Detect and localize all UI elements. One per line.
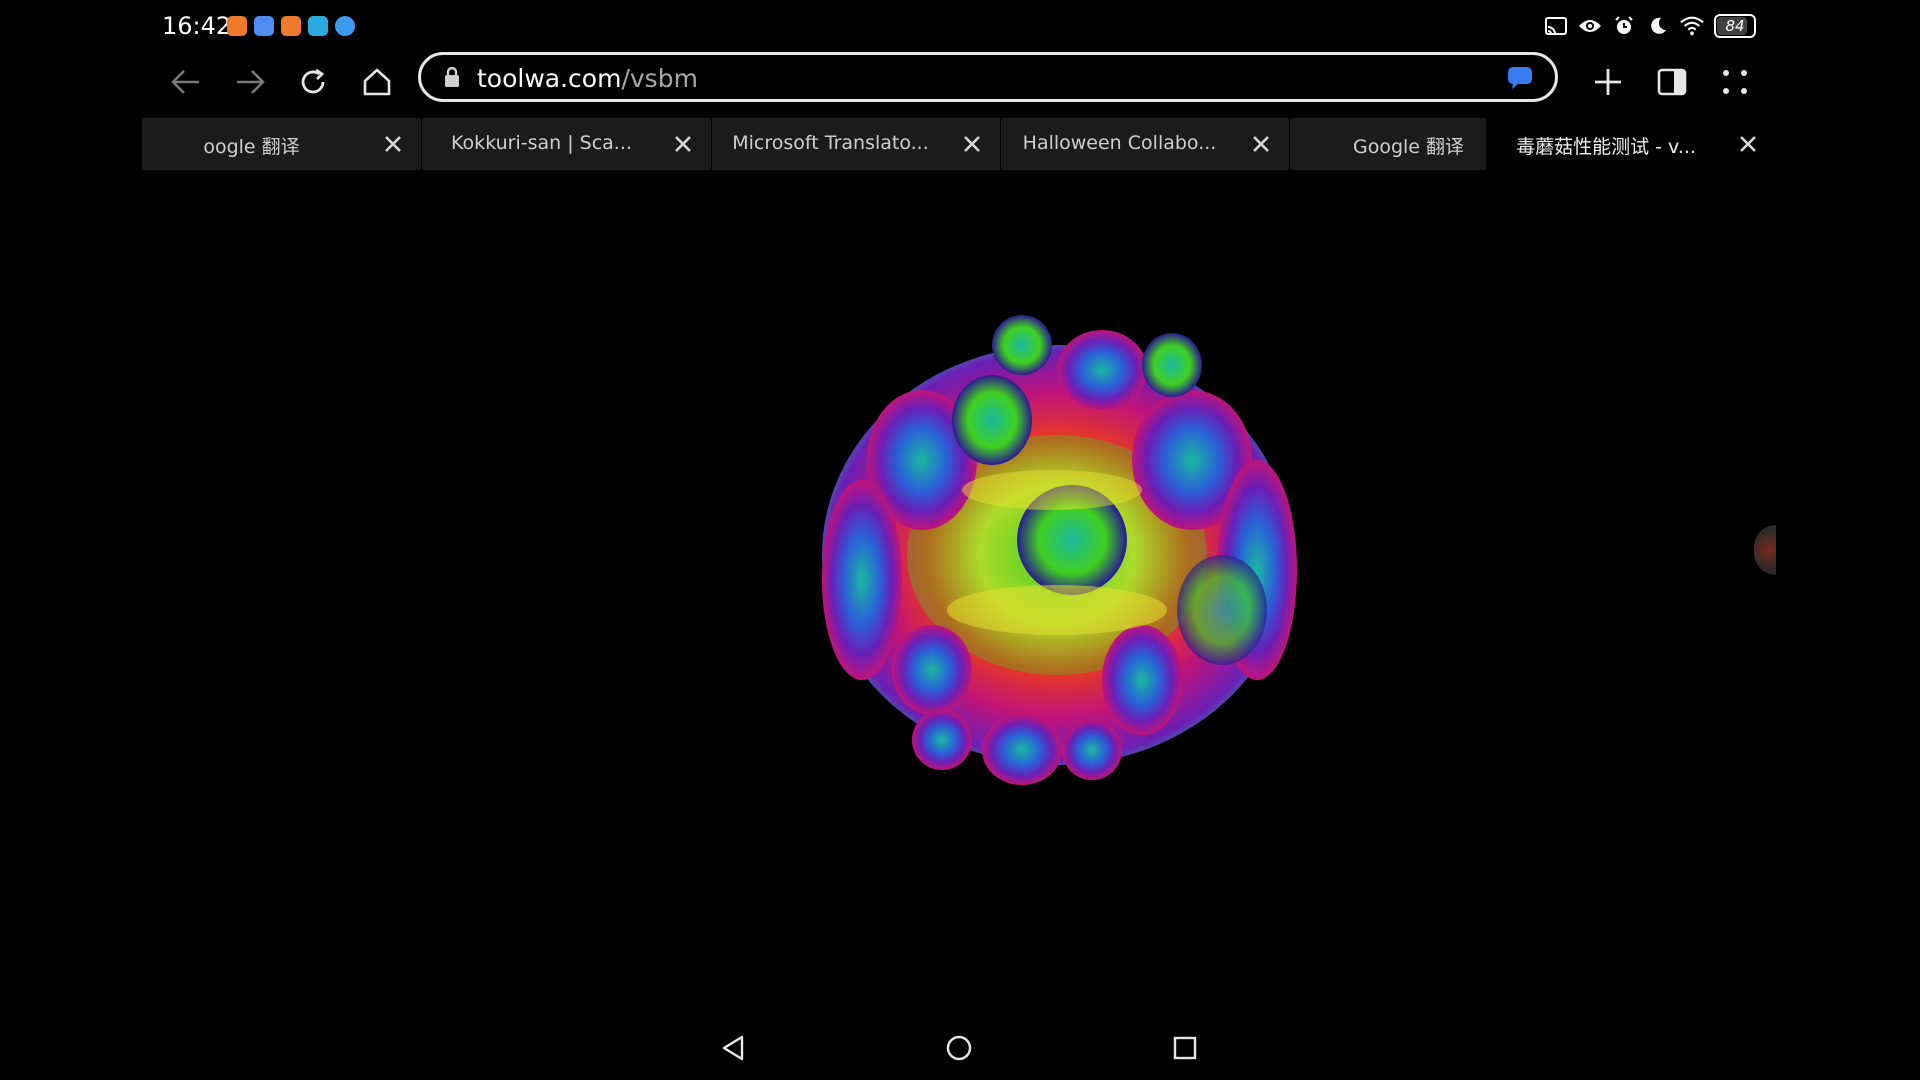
battery-indicator: 84 [1714, 14, 1756, 38]
tab[interactable]: oogle 翻译 [142, 118, 422, 170]
notification-icons [227, 16, 355, 36]
status-bar: 16:42 84 [142, 0, 1776, 52]
triangle-back-icon [722, 1035, 744, 1061]
moon-icon [1646, 15, 1670, 37]
reload-button[interactable] [289, 58, 337, 106]
back-arrow-icon [171, 70, 199, 94]
home-icon [363, 68, 391, 96]
system-status-icons: 84 [1544, 14, 1756, 38]
tab-title: Microsoft Translato... [732, 132, 929, 154]
blue-bird-app-icon [254, 16, 274, 36]
tab[interactable]: Kokkuri-san | Sca... [422, 118, 712, 170]
tab-strip: oogle 翻译 Kokkuri-san | Sca... Microsoft … [142, 118, 1776, 170]
tab-active[interactable]: 毒蘑菇性能测试 - v... [1486, 118, 1776, 170]
wifi-icon [1680, 15, 1704, 37]
play-app-icon [308, 16, 328, 36]
split-view-icon [1657, 68, 1687, 96]
close-icon[interactable] [1736, 132, 1760, 156]
web-content[interactable] [142, 170, 1776, 990]
close-icon[interactable] [1249, 132, 1273, 156]
dots-menu-icon [1723, 70, 1747, 94]
chat-bubble-icon[interactable] [1507, 66, 1533, 94]
url-text[interactable]: toolwa.com/vsbm [477, 64, 698, 93]
tab[interactable]: Halloween Collabo... [1000, 118, 1290, 170]
tab-title: oogle 翻译 [203, 136, 300, 158]
address-bar[interactable]: toolwa.com/vsbm [418, 52, 1558, 102]
alarm-icon [1612, 15, 1636, 37]
orange-app-icon [281, 16, 301, 36]
browser-toolbar: toolwa.com/vsbm [142, 52, 1776, 112]
forward-button[interactable] [226, 58, 274, 106]
circle-home-icon [946, 1035, 972, 1061]
battery-level: 84 [1725, 17, 1745, 35]
nav-home-button[interactable] [939, 1028, 979, 1068]
cast-icon [1544, 15, 1568, 37]
split-view-button[interactable] [1648, 58, 1696, 106]
floating-edge-widget[interactable] [1754, 525, 1776, 575]
forward-arrow-icon [237, 70, 265, 94]
back-button[interactable] [162, 58, 210, 106]
system-nav-bar [142, 1016, 1776, 1080]
tab[interactable]: Microsoft Translato... [711, 118, 1001, 170]
url-path: /vsbm [621, 64, 698, 93]
close-icon[interactable] [381, 132, 405, 156]
menu-button[interactable] [1711, 58, 1759, 106]
tab-title: Halloween Collabo... [1022, 132, 1217, 154]
blue-circle-app-icon [335, 16, 355, 36]
phone-screen: 16:42 84 toolwa.com/vsbm oogle 翻译 Kokkur… [142, 0, 1776, 1080]
url-host: toolwa.com [477, 64, 622, 93]
close-icon[interactable] [960, 132, 984, 156]
nav-recents-button[interactable] [1165, 1028, 1205, 1068]
close-icon[interactable] [671, 132, 695, 156]
lock-icon [443, 66, 461, 92]
status-time: 16:42 [162, 12, 232, 40]
square-recents-icon [1173, 1036, 1197, 1060]
orange-app-icon [227, 16, 247, 36]
plus-icon [1595, 69, 1621, 95]
tab-title: 毒蘑菇性能测试 - v... [1516, 136, 1696, 158]
home-button[interactable] [353, 58, 401, 106]
nav-back-button[interactable] [713, 1028, 753, 1068]
tab-title: Kokkuri-san | Sca... [451, 132, 632, 154]
new-tab-button[interactable] [1584, 58, 1632, 106]
fractal-render[interactable] [802, 310, 1322, 800]
reload-icon [301, 68, 325, 94]
eye-icon [1578, 15, 1602, 37]
